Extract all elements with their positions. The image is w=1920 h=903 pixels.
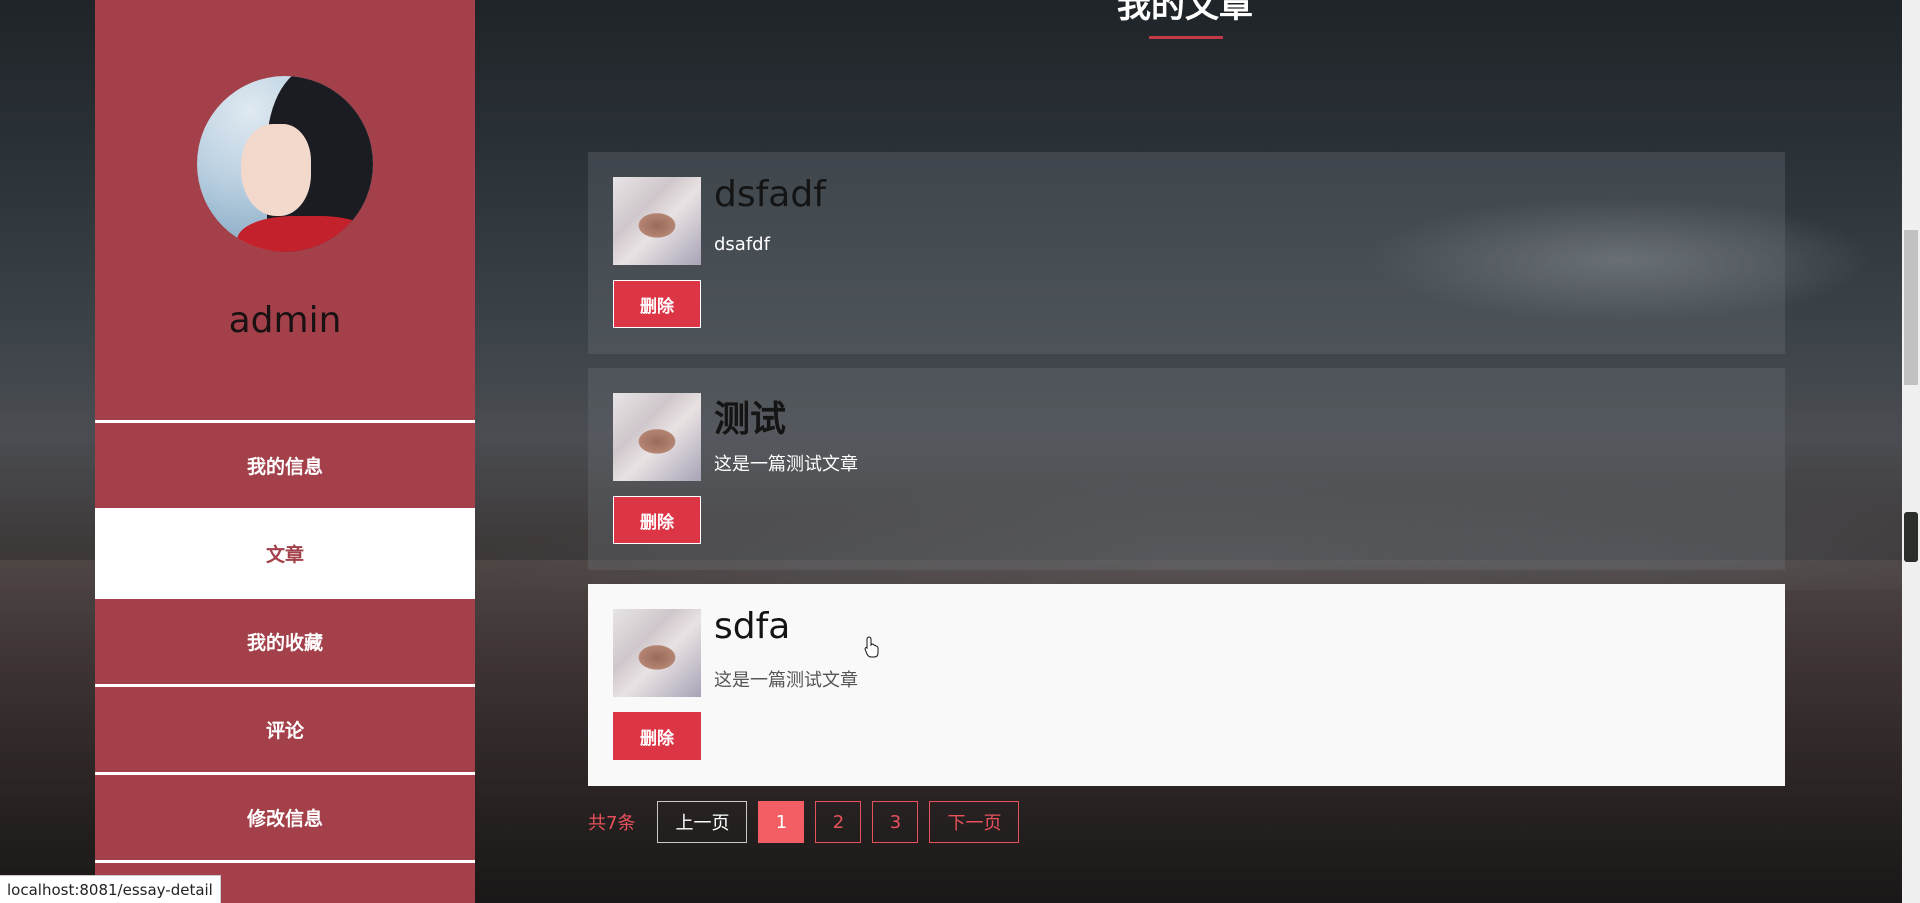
sidebar-item-favorites[interactable]: 我的收藏 [95, 596, 475, 684]
article-description: 这是一篇测试文章 [714, 454, 858, 475]
article-thumbnail[interactable] [613, 609, 701, 697]
next-page-button[interactable]: 下一页 [929, 801, 1020, 843]
prev-page-button[interactable]: 上一页 [657, 801, 748, 843]
profile-sidebar: admin 我的信息 文章 我的收藏 评论 修改信息 [95, 0, 475, 903]
page-button-1[interactable]: 1 [758, 801, 805, 843]
hand-cursor-icon [864, 636, 879, 658]
pagination: 共7条 上一页 1 2 3 下一页 [588, 800, 1030, 844]
page-title: 我的文章 [1117, 0, 1253, 26]
article-description: dsafdf [714, 234, 770, 255]
side-widget-icon[interactable] [1904, 512, 1918, 562]
title-underline [1149, 36, 1223, 39]
vertical-scrollbar[interactable] [1902, 0, 1920, 903]
article-thumbnail[interactable] [613, 177, 701, 265]
username: admin [228, 300, 342, 341]
status-bar-url: localhost:8081/essay-detail [0, 875, 221, 903]
article-card[interactable]: sdfa 这是一篇测试文章 删除 [588, 584, 1785, 786]
sidebar-item-comments[interactable]: 评论 [95, 684, 475, 772]
delete-button[interactable]: 删除 [613, 496, 701, 544]
page-button-2[interactable]: 2 [815, 801, 862, 843]
article-title[interactable]: dsfadf [714, 174, 826, 215]
article-title[interactable]: sdfa [714, 606, 790, 647]
article-description: 这是一篇测试文章 [714, 670, 858, 691]
sidebar-item-edit-info[interactable]: 修改信息 [95, 772, 475, 860]
sidebar-item-my-info[interactable]: 我的信息 [95, 420, 475, 508]
delete-button[interactable]: 删除 [613, 280, 701, 328]
article-card[interactable]: 测试 这是一篇测试文章 删除 [588, 368, 1785, 570]
article-thumbnail[interactable] [613, 393, 701, 481]
page-viewport: admin 我的信息 文章 我的收藏 评论 修改信息 我的文章 dsfadf d… [0, 0, 1920, 903]
article-title[interactable]: 测试 [714, 390, 786, 442]
sidebar-nav: 我的信息 文章 我的收藏 评论 修改信息 [95, 420, 475, 903]
scrollbar-thumb[interactable] [1904, 230, 1918, 385]
avatar [197, 76, 373, 252]
total-count: 共7条 [588, 813, 636, 834]
delete-button[interactable]: 删除 [613, 712, 701, 760]
sidebar-item-articles[interactable]: 文章 [95, 508, 475, 596]
article-card[interactable]: dsfadf dsafdf 删除 [588, 152, 1785, 354]
page-button-3[interactable]: 3 [872, 801, 919, 843]
